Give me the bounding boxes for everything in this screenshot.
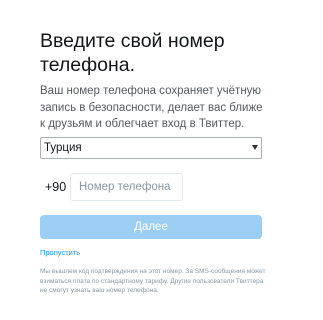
chevron-down-icon [252,145,258,150]
country-select[interactable]: Турция [40,137,262,159]
country-select-value: Турция [44,142,82,154]
phone-verification-form: Введите свой номер телефона. Ваш номер т… [40,0,266,320]
page-title: Введите свой номер телефона. [40,30,225,76]
next-button[interactable]: Далее [40,215,262,239]
sms-disclaimer: Мы вышлем код подтверждения на этот номе… [40,268,266,294]
page-description: Ваш номер телефона сохраняет учётную зап… [40,85,263,130]
phone-number-input[interactable] [70,173,183,201]
phone-row: +90 [40,173,266,201]
country-code: +90 [45,180,67,194]
skip-link[interactable]: Пропустить [40,248,80,258]
